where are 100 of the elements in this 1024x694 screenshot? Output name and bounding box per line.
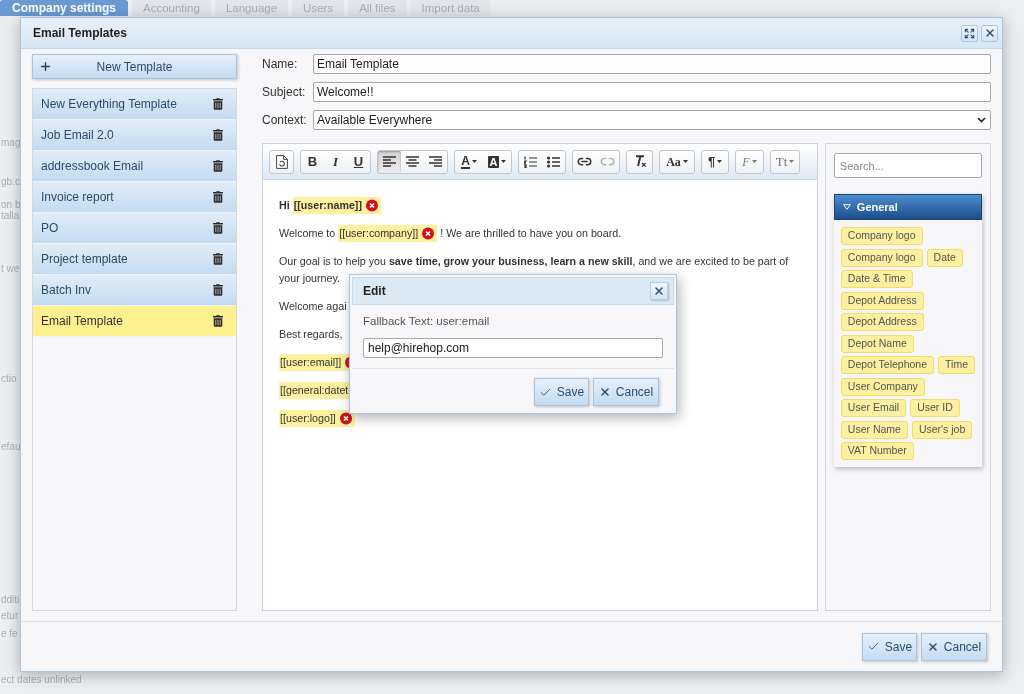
background-text: ctio bbox=[0, 373, 17, 384]
background-text: dditi bbox=[0, 594, 20, 605]
new-template-button[interactable]: New Template bbox=[32, 54, 237, 79]
close-icon bbox=[926, 640, 939, 653]
save-button[interactable]: Save bbox=[862, 632, 917, 661]
select-field[interactable]: Available Everywhere bbox=[313, 110, 991, 130]
cancel-button[interactable]: Cancel bbox=[921, 632, 987, 661]
trash-icon[interactable] bbox=[213, 129, 223, 141]
background-text: mag bbox=[0, 137, 21, 148]
placeholder-tag[interactable]: [[user:logo]] bbox=[279, 410, 338, 427]
field-tag[interactable]: Company logo bbox=[840, 227, 923, 245]
field-tag[interactable]: User Name bbox=[840, 420, 908, 439]
field-tag[interactable]: Company logo bbox=[840, 248, 923, 267]
template-item[interactable]: Project template bbox=[33, 244, 236, 275]
numbered-list-icon bbox=[524, 155, 537, 168]
text-field[interactable]: Welcome!! bbox=[313, 82, 991, 102]
search-field[interactable]: Search... bbox=[833, 153, 982, 178]
align-left-icon bbox=[383, 156, 396, 167]
caret-icon bbox=[471, 160, 477, 163]
trash-icon[interactable] bbox=[213, 284, 223, 296]
field-tag[interactable]: User ID bbox=[910, 399, 960, 417]
template-item[interactable]: Batch Inv bbox=[33, 275, 236, 306]
field-tag[interactable]: Depot Name bbox=[840, 334, 914, 353]
fallback-label: Fallback Text: user:email bbox=[362, 314, 491, 329]
body-text: Hi bbox=[279, 199, 291, 211]
bold-button[interactable]: B bbox=[301, 150, 324, 173]
background-text: t we bbox=[0, 263, 20, 274]
field-label: Context: bbox=[262, 112, 308, 129]
placeholder-tag[interactable]: [[user:name]] bbox=[292, 197, 364, 214]
align-center-icon bbox=[406, 156, 419, 167]
font-button[interactable]: F bbox=[736, 150, 763, 173]
field-tag[interactable]: Depot Address bbox=[840, 313, 924, 331]
close-icon bbox=[598, 386, 611, 399]
trash-icon[interactable] bbox=[213, 98, 223, 110]
background-text: ect dates unlinked bbox=[0, 674, 82, 685]
caret-icon bbox=[501, 160, 507, 163]
trash-icon[interactable] bbox=[213, 191, 223, 203]
template-item[interactable]: PO bbox=[33, 213, 236, 244]
group-header[interactable]: General bbox=[833, 194, 982, 220]
template-item[interactable]: addressbook Email bbox=[33, 151, 236, 182]
background-text: talla bbox=[0, 210, 20, 221]
trash-icon[interactable] bbox=[213, 160, 223, 172]
bulleted-list-icon bbox=[547, 155, 560, 168]
expand-icon bbox=[964, 27, 975, 39]
close-button[interactable] bbox=[981, 24, 998, 42]
template-item[interactable]: Job Email 2.0 bbox=[33, 120, 236, 151]
field-tag[interactable]: User's job bbox=[911, 420, 973, 439]
caret-icon bbox=[751, 160, 757, 163]
field-tag[interactable]: Depot Address bbox=[840, 291, 924, 310]
field-tag[interactable]: Time bbox=[938, 356, 975, 374]
text-color-button[interactable]: A bbox=[455, 150, 483, 173]
styles-button[interactable]: Aa bbox=[660, 150, 694, 173]
size-button[interactable]: Tt bbox=[771, 150, 799, 173]
placeholder-tag[interactable]: [[user:email]] bbox=[279, 354, 344, 371]
plus-icon bbox=[39, 60, 52, 73]
chevron-down-icon bbox=[977, 117, 986, 123]
fallback-text-field[interactable]: help@hirehop.com bbox=[363, 338, 663, 359]
field-tag[interactable]: Depot Telephone bbox=[840, 356, 935, 374]
maximize-button[interactable] bbox=[961, 24, 978, 42]
placeholder-tag[interactable]: [[user:company]] bbox=[338, 225, 421, 242]
align-left-button[interactable] bbox=[378, 150, 401, 173]
align-right-icon bbox=[429, 156, 442, 167]
remove-icon[interactable] bbox=[420, 225, 438, 242]
document-icon bbox=[275, 154, 288, 169]
paragraph-button[interactable]: ¶ bbox=[702, 150, 728, 173]
field-label: Name: bbox=[262, 56, 299, 73]
body-text: Welcome agai bbox=[279, 300, 347, 312]
check-icon bbox=[866, 640, 880, 653]
background-text: efau bbox=[0, 441, 21, 452]
field-tag[interactable]: Date & Time bbox=[840, 270, 913, 288]
field-tag[interactable]: Date bbox=[926, 248, 963, 267]
italic-button[interactable]: I bbox=[324, 150, 347, 173]
field-tag[interactable]: User Company bbox=[840, 377, 925, 396]
field-tag[interactable]: VAT Number bbox=[840, 442, 914, 460]
field-label: Subject: bbox=[262, 84, 307, 101]
placeholder-tag[interactable]: [[general:datet bbox=[279, 382, 351, 399]
body-text: ! We are thrilled to have you on board. bbox=[439, 227, 622, 239]
template-item[interactable]: Invoice report bbox=[33, 182, 236, 213]
highlight-color-button[interactable]: A bbox=[483, 150, 511, 173]
save-button[interactable]: Save bbox=[534, 378, 589, 407]
field-tag[interactable]: User Email bbox=[840, 399, 907, 417]
body-text: Best regards, bbox=[279, 328, 343, 340]
underline-button[interactable]: U bbox=[347, 150, 370, 173]
caret-icon bbox=[717, 160, 723, 163]
template-item[interactable]: Email Template bbox=[33, 306, 236, 337]
text-field[interactable]: Email Template bbox=[313, 54, 991, 74]
trash-icon[interactable] bbox=[213, 315, 223, 327]
cancel-button[interactable]: Cancel bbox=[593, 378, 659, 407]
trash-icon[interactable] bbox=[213, 253, 223, 265]
body-text: Welcome to bbox=[279, 227, 337, 239]
edit-dialog-title: Edit bbox=[363, 283, 386, 300]
caret-icon bbox=[789, 160, 795, 163]
dialog-title: Email Templates bbox=[33, 25, 127, 42]
body-text: Our goal is to help you save time, grow your business, learn a new skill, and we are excited to be part of your journey. bbox=[279, 255, 790, 284]
caret-icon bbox=[682, 160, 688, 163]
close-button[interactable] bbox=[650, 282, 668, 300]
background-text: gb.c bbox=[0, 176, 20, 187]
background-text: e fe bbox=[0, 628, 18, 639]
trash-icon[interactable] bbox=[213, 222, 223, 234]
template-item[interactable]: New Everything Template bbox=[33, 89, 236, 120]
